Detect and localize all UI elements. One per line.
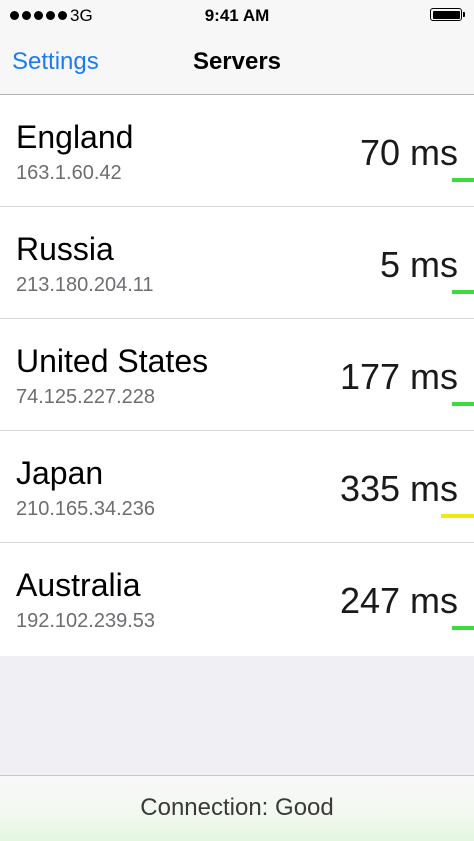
connection-status-bar: Connection: Good [0, 775, 474, 841]
ping-quality-bar [452, 290, 474, 294]
server-row-japan[interactable]: Japan 210.165.34.236 335 ms [0, 431, 474, 543]
server-row-australia[interactable]: Australia 192.102.239.53 247 ms [0, 543, 474, 656]
server-ping: 5 ms [379, 244, 458, 285]
status-bar: 3G 9:41 AM [0, 0, 474, 32]
server-ip: 210.165.34.236 [16, 498, 156, 520]
server-name: Russia [16, 231, 114, 267]
server-name: England [16, 119, 134, 155]
ping-quality-bar [452, 626, 474, 630]
connection-status-text: Connection: Good [140, 794, 334, 821]
ping-quality-bar [452, 402, 474, 406]
page-title: Servers [192, 48, 282, 75]
server-name: Australia [16, 567, 141, 603]
server-row-russia[interactable]: Russia 213.180.204.11 5 ms [0, 207, 474, 319]
server-ping: 177 ms [339, 356, 458, 397]
ping-quality-bar [441, 514, 474, 518]
server-name: United States [16, 343, 209, 379]
server-list: England 163.1.60.42 70 ms Russia 213.180… [0, 95, 474, 656]
server-ip: 74.125.227.228 [16, 386, 156, 408]
server-ip: 213.180.204.11 [16, 274, 154, 296]
server-name: Japan [16, 455, 104, 491]
server-ip: 163.1.60.42 [16, 162, 122, 184]
status-time: 9:41 AM [204, 6, 270, 25]
navigation-bar: Settings Servers [0, 32, 474, 95]
server-ping: 247 ms [339, 580, 458, 621]
server-ip: 192.102.239.53 [16, 610, 156, 632]
server-row-england[interactable]: England 163.1.60.42 70 ms [0, 95, 474, 207]
server-row-united-states[interactable]: United States 74.125.227.228 177 ms [0, 319, 474, 431]
battery-icon [430, 8, 465, 21]
server-ping: 70 ms [359, 132, 458, 173]
server-ping: 335 ms [339, 468, 458, 509]
ping-quality-bar [452, 178, 474, 182]
